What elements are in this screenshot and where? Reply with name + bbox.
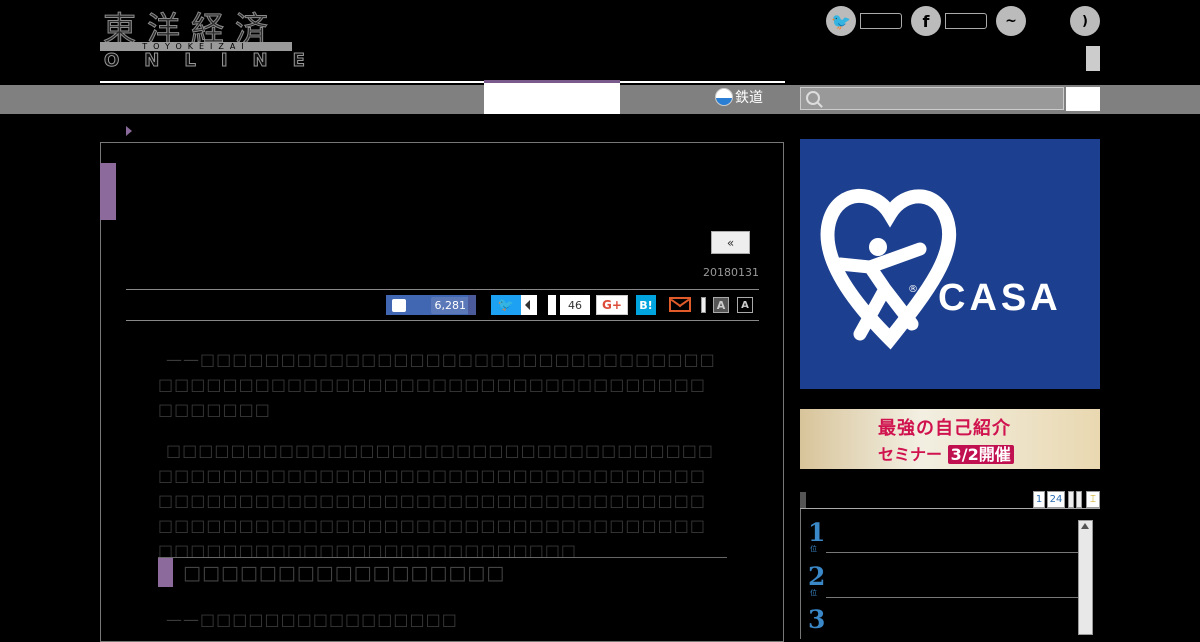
facebook-follow-count	[945, 13, 987, 29]
section-heading-rule	[158, 557, 727, 558]
share-divider-top	[126, 289, 759, 290]
article-paragraph: □□□□□□□□□□□□□□□□□□□□□□□□□□□□□□□□□□□□□□□□…	[158, 441, 714, 560]
prev-page-button[interactable]: «	[711, 231, 750, 254]
rank-separator	[826, 552, 1078, 553]
nav-active-accent	[484, 80, 620, 83]
breadcrumb-arrow-icon	[126, 126, 132, 136]
rss-icon[interactable]: )	[1070, 6, 1100, 36]
nav-item-rail-label: 鉄道	[735, 90, 763, 106]
scroll-up-icon[interactable]	[1081, 523, 1089, 529]
ranking-tab-marker	[800, 492, 806, 509]
nav-active-tab[interactable]	[484, 83, 620, 114]
facebook-share-button[interactable]	[468, 295, 476, 315]
facebook-follow-icon[interactable]: f	[911, 6, 941, 36]
search-input[interactable]	[800, 87, 1064, 110]
rank-suffix: 位	[810, 589, 817, 597]
comment-bubble-edge	[548, 295, 556, 315]
search-button[interactable]	[1066, 87, 1100, 111]
twitter-follow-icon[interactable]: 🐦	[826, 6, 856, 36]
thumbs-up-icon	[392, 298, 406, 312]
header-small-button[interactable]	[1086, 46, 1100, 71]
seminar-banner-subtitle: セミナー 3/2開催	[878, 441, 1014, 465]
article-paragraph: ——□□□□□□□□□□□□□□□□□□□□□□□□□□□□□□□□□□□□□□…	[158, 350, 716, 419]
rank-number: 3	[808, 605, 826, 634]
ranking-page-1[interactable]: 1	[1033, 491, 1045, 508]
seminar-banner-label: セミナー	[878, 445, 943, 464]
section-heading: □□□□□□□□□□□□□□□□□	[183, 562, 506, 584]
article-paragraph: ——□□□□□□□□□□□□□□□□	[166, 610, 458, 629]
section-heading-accent	[158, 558, 173, 587]
ranking-list	[800, 509, 1100, 639]
rank-suffix: 位	[810, 545, 817, 553]
casa-heart-icon	[820, 188, 957, 350]
casa-logo-text: CASA	[938, 277, 1062, 319]
search-icon	[806, 91, 820, 105]
font-size-small-button[interactable]: A	[737, 297, 753, 313]
ranking-page-btn[interactable]	[1076, 491, 1082, 508]
comment-count[interactable]: 46	[560, 295, 590, 315]
ranking-more-icon[interactable]: ⌶	[1086, 491, 1100, 508]
train-icon	[715, 88, 733, 106]
twitter-count-bubble	[521, 295, 537, 315]
google-plus-button[interactable]: G+	[596, 295, 628, 315]
seminar-banner-title: 最強の自己紹介	[878, 418, 1011, 439]
rank-number: 2	[808, 562, 826, 591]
facebook-like-button[interactable]: 6,281	[386, 295, 476, 315]
publish-date: 20180131	[703, 266, 759, 279]
mail-icon[interactable]	[669, 297, 691, 312]
rank-number: 1	[808, 518, 826, 547]
twitter-share-button[interactable]: 🐦	[491, 295, 521, 315]
rank-separator	[826, 597, 1078, 598]
messenger-icon[interactable]: ~	[996, 6, 1026, 36]
hatena-bookmark-button[interactable]: B!	[636, 295, 656, 315]
print-button[interactable]	[701, 297, 706, 313]
share-divider-bottom	[126, 320, 759, 321]
seminar-banner-date: 3/2開催	[947, 445, 1014, 464]
logo-online[interactable]: ONLINE	[104, 50, 330, 72]
casa-registered-mark: ®	[908, 284, 918, 295]
ranking-page-24[interactable]: 24	[1047, 491, 1065, 508]
twitter-follow-count	[860, 13, 902, 29]
like-count: 6,281	[430, 296, 470, 314]
nav-top-line	[100, 81, 785, 83]
casa-ad[interactable]	[800, 139, 1100, 389]
ranking-page-btn[interactable]	[1068, 491, 1074, 508]
nav-item-rail[interactable]: 鉄道	[715, 87, 763, 107]
title-accent-bar	[100, 163, 116, 220]
ranking-scrollbar[interactable]	[1078, 520, 1093, 635]
font-size-large-button[interactable]: A	[713, 297, 729, 313]
